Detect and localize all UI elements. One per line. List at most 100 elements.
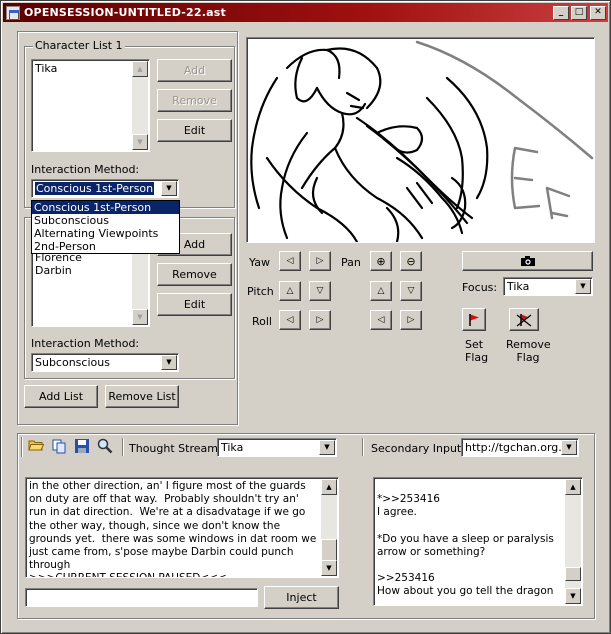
arrow-left-icon: ◁	[377, 315, 385, 325]
pan-label: Pan	[341, 256, 361, 269]
inject-button[interactable]: Inject	[264, 586, 339, 609]
zoom-out-icon: ⊖	[406, 254, 416, 268]
zoom-in-button[interactable]: ⊕	[370, 251, 392, 271]
minimize-button[interactable]: _	[553, 5, 569, 20]
character-list-1-box[interactable]: Tika ▲ ▼	[31, 59, 150, 152]
focus-select[interactable]: Tika ▼	[503, 277, 593, 296]
interaction-method-select[interactable]: Subconscious ▼	[31, 353, 179, 372]
add-list-button[interactable]: Add List	[24, 385, 98, 408]
pan-up-button[interactable]: △	[370, 281, 392, 301]
flag-icon	[469, 313, 479, 326]
arrow-up-icon: △	[286, 286, 294, 296]
arrow-down-icon: ▽	[407, 286, 415, 296]
thought-stream-value: Tika	[221, 441, 244, 454]
scroll-thumb[interactable]	[321, 539, 337, 562]
scroll-up-icon[interactable]: ▲	[565, 479, 581, 495]
dropdown-option[interactable]: Conscious 1st-Person	[32, 201, 179, 214]
secondary-input-text[interactable]: *>>253416 I agree. *Do you have a sleep …	[373, 477, 583, 606]
remove-character-button[interactable]: Remove	[157, 89, 232, 112]
secondary-input-label: Secondary Input:	[371, 442, 465, 455]
remove-character-button[interactable]: Remove	[157, 263, 232, 286]
remove-flag-label: Remove Flag	[506, 338, 551, 364]
chevron-down-icon[interactable]: ▼	[161, 181, 177, 196]
scrollbar[interactable]: ▲ ▼	[132, 61, 148, 150]
chevron-down-icon[interactable]: ▼	[575, 279, 591, 294]
roll-label: Roll	[252, 315, 272, 328]
roll-left-button[interactable]: ◁	[279, 310, 301, 330]
toolbar-grip	[21, 437, 23, 457]
interaction-method-select[interactable]: Conscious 1st-Person ▼	[31, 179, 179, 198]
close-button[interactable]: ✕	[590, 5, 606, 20]
arrow-right-icon: ▷	[316, 256, 324, 266]
yaw-label: Yaw	[249, 256, 270, 269]
add-character-button[interactable]: Add	[157, 59, 232, 82]
thought-stream-select[interactable]: Tika ▼	[217, 438, 337, 457]
scroll-down-icon[interactable]: ▼	[132, 309, 148, 325]
pitch-up-button[interactable]: △	[279, 281, 301, 301]
scroll-down-icon[interactable]: ▼	[321, 560, 337, 576]
dropdown-option[interactable]: 2nd-Person	[32, 240, 179, 253]
maximize-button[interactable]: □	[571, 5, 587, 20]
pan-down-button[interactable]: ▽	[400, 281, 422, 301]
title-bar[interactable]: OPENSESSION-UNTITLED-22.ast _ □ ✕	[3, 3, 608, 22]
arrow-left-icon: ◁	[286, 315, 294, 325]
interaction-method-label: Interaction Method:	[31, 337, 140, 350]
scene-canvas[interactable]	[246, 37, 595, 243]
interaction-method-value: Subconscious	[35, 356, 110, 369]
scroll-down-icon[interactable]: ▼	[565, 588, 581, 604]
character-list-1-label: Character List 1	[33, 39, 125, 52]
magnifier-icon[interactable]	[96, 438, 114, 456]
interaction-method-dropdown[interactable]: Conscious 1st-Person Subconscious Altern…	[31, 200, 180, 254]
scrollbar[interactable]: ▲ ▼	[565, 479, 581, 604]
edit-character-button[interactable]: Edit	[157, 119, 232, 142]
copy-icon[interactable]	[50, 438, 68, 456]
scroll-down-icon[interactable]: ▼	[132, 134, 148, 150]
toolbar-separator	[362, 438, 364, 456]
snapshot-button[interactable]	[462, 251, 593, 271]
secondary-input-value: http://tgchan.org...	[465, 441, 569, 454]
camera-icon	[520, 256, 535, 266]
remove-list-button[interactable]: Remove List	[105, 385, 179, 408]
folder-open-icon[interactable]	[27, 438, 45, 456]
thought-stream-content: in the other direction, an' I figure mos…	[29, 480, 317, 577]
remove-flag-button[interactable]	[509, 308, 539, 331]
zoom-in-icon: ⊕	[376, 254, 386, 268]
scroll-up-icon[interactable]: ▲	[321, 479, 337, 495]
scroll-up-icon[interactable]: ▲	[132, 61, 148, 77]
edit-character-button[interactable]: Edit	[157, 293, 232, 316]
focus-value: Tika	[507, 280, 530, 293]
pan-right-button[interactable]: ▷	[400, 310, 422, 330]
app-icon	[6, 5, 20, 20]
pan-left-button[interactable]: ◁	[370, 310, 392, 330]
set-flag-label: Set Flag	[465, 338, 489, 364]
interaction-method-label: Interaction Method:	[31, 163, 140, 176]
arrow-right-icon: ▷	[316, 315, 324, 325]
dropdown-option[interactable]: Subconscious	[32, 214, 179, 227]
window-title: OPENSESSION-UNTITLED-22.ast	[24, 6, 226, 19]
save-icon[interactable]	[73, 438, 91, 456]
set-flag-button[interactable]	[462, 308, 486, 331]
chevron-down-icon[interactable]: ▼	[561, 440, 577, 455]
scrollbar[interactable]: ▲ ▼	[321, 479, 337, 576]
focus-label: Focus:	[462, 281, 498, 294]
arrow-up-icon: △	[377, 286, 385, 296]
yaw-right-button[interactable]: ▷	[309, 251, 331, 271]
flag-remove-icon	[516, 313, 532, 327]
arrow-right-icon: ▷	[407, 315, 415, 325]
roll-right-button[interactable]: ▷	[309, 310, 331, 330]
main-window: OPENSESSION-UNTITLED-22.ast _ □ ✕ Charac…	[0, 0, 611, 634]
yaw-left-button[interactable]: ◁	[279, 251, 301, 271]
interaction-method-value: Conscious 1st-Person	[33, 181, 156, 196]
inject-input[interactable]	[25, 588, 258, 607]
thought-stream-label: Thought Stream:	[129, 442, 222, 455]
secondary-input-select[interactable]: http://tgchan.org... ▼	[461, 438, 579, 457]
chevron-down-icon[interactable]: ▼	[161, 355, 177, 370]
thought-stream-text[interactable]: in the other direction, an' I figure mos…	[25, 477, 339, 578]
pitch-down-button[interactable]: ▽	[309, 281, 331, 301]
chevron-down-icon[interactable]: ▼	[319, 440, 335, 455]
pitch-label: Pitch	[247, 285, 274, 298]
scroll-thumb[interactable]	[565, 567, 581, 581]
sketch-image	[250, 40, 594, 242]
zoom-out-button[interactable]: ⊖	[400, 251, 422, 271]
dropdown-option[interactable]: Alternating Viewpoints	[32, 227, 179, 240]
